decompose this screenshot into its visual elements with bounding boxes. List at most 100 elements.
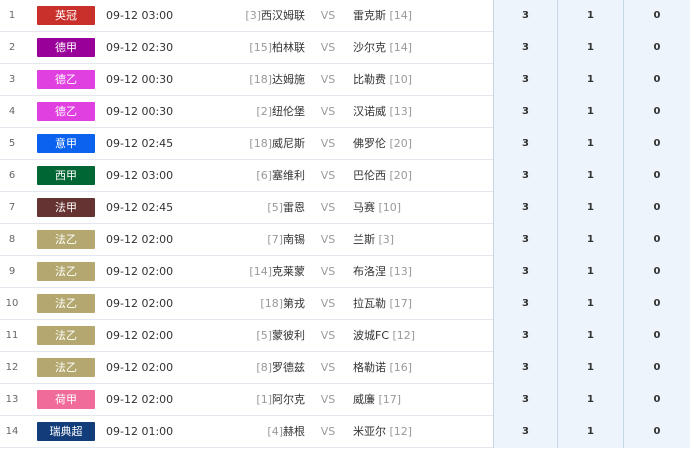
away-team-name[interactable]: 比勒费 bbox=[353, 73, 386, 86]
away-team-cell[interactable]: 拉瓦勒 [17] bbox=[353, 288, 493, 320]
away-team-cell[interactable]: 波城FC [12] bbox=[353, 320, 493, 352]
home-team-cell[interactable]: [18]威尼斯 bbox=[200, 128, 305, 160]
match-row[interactable]: 14 瑞典超 09-12 01:00 [4]赫根 VS 米亚尔 [12] 3 1 0 bbox=[0, 416, 690, 448]
match-row[interactable]: 7 法甲 09-12 02:45 [5]雷恩 VS 马赛 [10] 3 1 0 bbox=[0, 192, 690, 224]
home-team-cell[interactable]: [18]第戎 bbox=[200, 288, 305, 320]
home-team-name[interactable]: 罗德兹 bbox=[272, 361, 305, 374]
odds-win[interactable]: 3 bbox=[494, 256, 558, 288]
home-team-name[interactable]: 南锡 bbox=[283, 233, 305, 246]
away-team-name[interactable]: 格勒诺 bbox=[353, 361, 386, 374]
away-team-name[interactable]: 佛罗伦 bbox=[353, 137, 386, 150]
odds-draw[interactable]: 1 bbox=[558, 96, 624, 128]
odds-lose[interactable]: 0 bbox=[624, 288, 690, 320]
odds-draw[interactable]: 1 bbox=[558, 0, 624, 32]
home-team-cell[interactable]: [2]纽伦堡 bbox=[200, 96, 305, 128]
away-team-name[interactable]: 威廉 bbox=[353, 393, 375, 406]
away-team-cell[interactable]: 威廉 [17] bbox=[353, 384, 493, 416]
odds-lose[interactable]: 0 bbox=[624, 32, 690, 64]
odds-win[interactable]: 3 bbox=[494, 32, 558, 64]
match-row[interactable]: 1 英冠 09-12 03:00 [3]西汉姆联 VS 雷克斯 [14] 3 1 0 bbox=[0, 0, 690, 32]
odds-lose[interactable]: 0 bbox=[624, 192, 690, 224]
league-badge[interactable]: 法乙 bbox=[37, 294, 95, 313]
away-team-cell[interactable]: 佛罗伦 [20] bbox=[353, 128, 493, 160]
home-team-cell[interactable]: [18]达姆施 bbox=[200, 64, 305, 96]
odds-win[interactable]: 3 bbox=[494, 416, 558, 448]
away-team-cell[interactable]: 比勒费 [10] bbox=[353, 64, 493, 96]
away-team-name[interactable]: 兰斯 bbox=[353, 233, 375, 246]
odds-lose[interactable]: 0 bbox=[624, 256, 690, 288]
odds-win[interactable]: 3 bbox=[494, 288, 558, 320]
match-row[interactable]: 2 德甲 09-12 02:30 [15]柏林联 VS 沙尔克 [14] 3 1 0 bbox=[0, 32, 690, 64]
away-team-cell[interactable]: 布洛涅 [13] bbox=[353, 256, 493, 288]
home-team-name[interactable]: 塞维利 bbox=[272, 169, 305, 182]
away-team-cell[interactable]: 马赛 [10] bbox=[353, 192, 493, 224]
league-badge[interactable]: 法乙 bbox=[37, 262, 95, 281]
home-team-cell[interactable]: [1]阿尔克 bbox=[200, 384, 305, 416]
home-team-name[interactable]: 柏林联 bbox=[272, 41, 305, 54]
home-team-name[interactable]: 赫根 bbox=[283, 425, 305, 438]
away-team-name[interactable]: 汉诺威 bbox=[353, 105, 386, 118]
league-badge[interactable]: 西甲 bbox=[37, 166, 95, 185]
odds-draw[interactable]: 1 bbox=[558, 224, 624, 256]
home-team-cell[interactable]: [15]柏林联 bbox=[200, 32, 305, 64]
league-badge[interactable]: 法乙 bbox=[37, 358, 95, 377]
odds-draw[interactable]: 1 bbox=[558, 160, 624, 192]
home-team-name[interactable]: 雷恩 bbox=[283, 201, 305, 214]
odds-lose[interactable]: 0 bbox=[624, 384, 690, 416]
odds-win[interactable]: 3 bbox=[494, 192, 558, 224]
away-team-name[interactable]: 马赛 bbox=[353, 201, 375, 214]
away-team-cell[interactable]: 雷克斯 [14] bbox=[353, 0, 493, 32]
away-team-cell[interactable]: 汉诺威 [13] bbox=[353, 96, 493, 128]
odds-win[interactable]: 3 bbox=[494, 352, 558, 384]
away-team-name[interactable]: 雷克斯 bbox=[353, 9, 386, 22]
odds-draw[interactable]: 1 bbox=[558, 64, 624, 96]
odds-lose[interactable]: 0 bbox=[624, 0, 690, 32]
home-team-cell[interactable]: [8]罗德兹 bbox=[200, 352, 305, 384]
odds-win[interactable]: 3 bbox=[494, 160, 558, 192]
odds-lose[interactable]: 0 bbox=[624, 224, 690, 256]
odds-draw[interactable]: 1 bbox=[558, 256, 624, 288]
match-row[interactable]: 8 法乙 09-12 02:00 [7]南锡 VS 兰斯 [3] 3 1 0 bbox=[0, 224, 690, 256]
match-row[interactable]: 9 法乙 09-12 02:00 [14]克莱蒙 VS 布洛涅 [13] 3 1 0 bbox=[0, 256, 690, 288]
away-team-cell[interactable]: 兰斯 [3] bbox=[353, 224, 493, 256]
odds-lose[interactable]: 0 bbox=[624, 416, 690, 448]
home-team-name[interactable]: 达姆施 bbox=[272, 73, 305, 86]
odds-lose[interactable]: 0 bbox=[624, 160, 690, 192]
home-team-cell[interactable]: [5]蒙彼利 bbox=[200, 320, 305, 352]
home-team-cell[interactable]: [3]西汉姆联 bbox=[200, 0, 305, 32]
match-row[interactable]: 12 法乙 09-12 02:00 [8]罗德兹 VS 格勒诺 [16] 3 1 0 bbox=[0, 352, 690, 384]
match-row[interactable]: 10 法乙 09-12 02:00 [18]第戎 VS 拉瓦勒 [17] 3 1 0 bbox=[0, 288, 690, 320]
home-team-name[interactable]: 蒙彼利 bbox=[272, 329, 305, 342]
match-row[interactable]: 4 德乙 09-12 00:30 [2]纽伦堡 VS 汉诺威 [13] 3 1 0 bbox=[0, 96, 690, 128]
odds-draw[interactable]: 1 bbox=[558, 320, 624, 352]
league-badge[interactable]: 荷甲 bbox=[37, 390, 95, 409]
match-row[interactable]: 5 意甲 09-12 02:45 [18]威尼斯 VS 佛罗伦 [20] 3 1 0 bbox=[0, 128, 690, 160]
odds-win[interactable]: 3 bbox=[494, 224, 558, 256]
odds-win[interactable]: 3 bbox=[494, 96, 558, 128]
odds-win[interactable]: 3 bbox=[494, 64, 558, 96]
league-badge[interactable]: 法乙 bbox=[37, 230, 95, 249]
home-team-cell[interactable]: [6]塞维利 bbox=[200, 160, 305, 192]
odds-lose[interactable]: 0 bbox=[624, 320, 690, 352]
league-badge[interactable]: 德乙 bbox=[37, 102, 95, 121]
away-team-name[interactable]: 波城FC bbox=[353, 329, 389, 342]
away-team-name[interactable]: 布洛涅 bbox=[353, 265, 386, 278]
league-badge[interactable]: 法甲 bbox=[37, 198, 95, 217]
home-team-cell[interactable]: [4]赫根 bbox=[200, 416, 305, 448]
match-row[interactable]: 3 德乙 09-12 00:30 [18]达姆施 VS 比勒费 [10] 3 1 0 bbox=[0, 64, 690, 96]
odds-win[interactable]: 3 bbox=[494, 128, 558, 160]
odds-draw[interactable]: 1 bbox=[558, 128, 624, 160]
away-team-cell[interactable]: 巴伦西 [20] bbox=[353, 160, 493, 192]
odds-lose[interactable]: 0 bbox=[624, 64, 690, 96]
home-team-name[interactable]: 纽伦堡 bbox=[272, 105, 305, 118]
league-badge[interactable]: 法乙 bbox=[37, 326, 95, 345]
away-team-cell[interactable]: 沙尔克 [14] bbox=[353, 32, 493, 64]
odds-draw[interactable]: 1 bbox=[558, 192, 624, 224]
odds-draw[interactable]: 1 bbox=[558, 416, 624, 448]
odds-lose[interactable]: 0 bbox=[624, 352, 690, 384]
odds-win[interactable]: 3 bbox=[494, 384, 558, 416]
away-team-cell[interactable]: 格勒诺 [16] bbox=[353, 352, 493, 384]
home-team-cell[interactable]: [5]雷恩 bbox=[200, 192, 305, 224]
home-team-name[interactable]: 第戎 bbox=[283, 297, 305, 310]
odds-lose[interactable]: 0 bbox=[624, 128, 690, 160]
